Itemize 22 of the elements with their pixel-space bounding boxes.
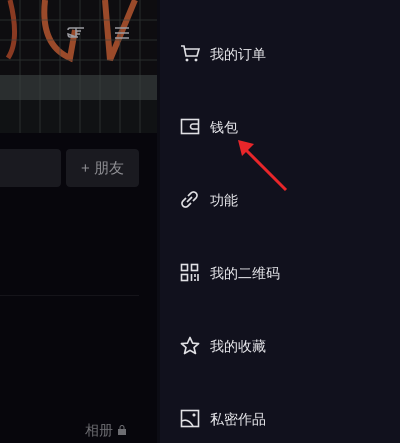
cart-icon (180, 44, 200, 64)
star-icon (180, 336, 200, 356)
add-friend-button[interactable]: + 朋友 (66, 149, 139, 187)
drawer-item[interactable]: 功能 (180, 182, 280, 218)
arrow-annotation (236, 138, 290, 192)
drawer-item-label: 私密作品 (210, 410, 266, 428)
drawer-item-label: 我的订单 (210, 44, 266, 64)
drawer-item[interactable]: 私密作品 (180, 401, 280, 437)
drawer-item-label: 我的收藏 (210, 336, 266, 356)
link-icon (180, 190, 200, 210)
drawer-item-label: 我的二维码 (210, 264, 280, 282)
drawer-item-label: 功能 (210, 190, 238, 210)
tab-label[interactable]: 相册 (85, 423, 113, 437)
drawer-item[interactable]: 我的收藏 (180, 328, 280, 364)
menu-icon[interactable] (114, 26, 130, 40)
drawer-item-label: 钱包 (210, 118, 238, 136)
drawer-item[interactable]: 我的订单 (180, 36, 280, 72)
wallet-icon (180, 117, 200, 137)
drawer-item[interactable]: 钱包 (180, 109, 280, 145)
image-icon (180, 409, 200, 429)
drawer-item[interactable]: 我的二维码 (180, 255, 280, 291)
qr-code-icon (180, 263, 200, 283)
